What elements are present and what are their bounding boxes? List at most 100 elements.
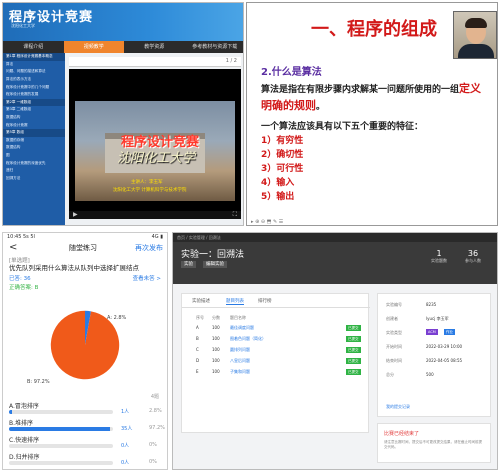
page-indicator: 1 / 2 bbox=[225, 58, 237, 64]
fullscreen-icon[interactable]: ⛶ bbox=[233, 211, 237, 219]
info-key: 实验编号 bbox=[386, 302, 402, 307]
sidebar-item[interactable]: 数据结构 bbox=[3, 114, 65, 122]
republish-button[interactable]: 再次发布 bbox=[135, 243, 163, 253]
option-bar bbox=[9, 410, 113, 414]
option-count: 0人 bbox=[121, 460, 130, 466]
sidebar-item[interactable]: 数据的存储 bbox=[3, 137, 65, 145]
video-controls[interactable]: ▶ ⛶ bbox=[69, 211, 241, 219]
feature-intro: 一个算法应该具有以下五个重要的特征： bbox=[261, 122, 424, 132]
feature-item: 1）有穷性 bbox=[261, 136, 304, 146]
pie-label-a: A: 2.8% bbox=[107, 315, 127, 321]
breadcrumb[interactable]: 首页 / 实验管理 / 回溯法 bbox=[177, 235, 221, 241]
sidebar-item[interactable]: 算法的表示方法 bbox=[3, 76, 65, 84]
question-type: [单选题] bbox=[9, 258, 30, 264]
option-count: 35人 bbox=[121, 426, 133, 432]
submitted-badge: 已提交 bbox=[346, 347, 361, 353]
row-problem-link[interactable]: 最佳调度问题 bbox=[230, 325, 254, 331]
option-count: 0人 bbox=[121, 443, 130, 449]
video-topbar: 1 / 2 bbox=[69, 57, 241, 67]
table-row[interactable]: E 100 子集和问题 已提交 bbox=[196, 368, 366, 377]
experiment-button[interactable]: 实验 bbox=[181, 261, 196, 268]
header-name: 题目名称 bbox=[230, 315, 246, 320]
tab-resources[interactable]: 教学资源 bbox=[124, 41, 185, 53]
sidebar-item[interactable]: 程序设计竞赛的深度优先 bbox=[3, 159, 65, 167]
tab-video-teaching[interactable]: 视频教学 bbox=[63, 41, 124, 53]
my-submissions-link[interactable]: 我的提交记录 bbox=[386, 404, 410, 410]
presenter-body bbox=[458, 44, 494, 58]
sidebar-item[interactable]: 回溯方法 bbox=[3, 175, 65, 183]
stat-label: 实验题数 bbox=[431, 258, 447, 263]
option-label: D.归并排序 bbox=[9, 454, 40, 461]
sidebar-item[interactable]: 算法 bbox=[3, 61, 65, 69]
answer-option: D.归并排序 0人 0% bbox=[9, 452, 163, 469]
tab-course-intro[interactable]: 课程介绍 bbox=[3, 41, 64, 53]
definition-end: 。 bbox=[316, 102, 326, 112]
option-bar-fill bbox=[9, 427, 111, 431]
sidebar-item[interactable]: 程序设计竞赛的发展 bbox=[3, 91, 65, 99]
sidebar-item[interactable]: 程序设计竞赛 bbox=[3, 121, 65, 129]
row-problem-link[interactable]: 图着色问题（简化） bbox=[230, 336, 266, 342]
answered-count: 已答: 36 bbox=[9, 276, 31, 282]
tab-downloads[interactable]: 参考教材与资源下载 bbox=[185, 41, 244, 53]
slide-title: 一、程序的组成 bbox=[311, 19, 437, 40]
submitted-badge: 已提交 bbox=[346, 336, 361, 342]
view-unanswered-link[interactable]: 查看未答 > bbox=[133, 274, 161, 282]
homework-badge: 作业 bbox=[444, 329, 455, 335]
sidebar-item[interactable]: 图 bbox=[3, 152, 65, 160]
edit-experiment-button[interactable]: 编辑实验 bbox=[203, 261, 227, 268]
pie-slice-b bbox=[50, 310, 120, 380]
sidebar-item[interactable]: 第2章 一维数组 bbox=[3, 98, 65, 107]
answer-option: B.堆排序 35人 97.2% bbox=[9, 418, 165, 436]
mobile-quiz-panel: 10:45 5s 5l 4G ▮ < 随堂练习 再次发布 [单选题] 优先队列采… bbox=[2, 232, 168, 470]
sidebar-item[interactable]: 程序设计竞赛中的几个问题 bbox=[3, 83, 65, 91]
presenter-hair bbox=[465, 18, 487, 28]
table-row[interactable]: B 100 图着色问题（简化） 已提交 bbox=[196, 335, 366, 344]
info-row: 创建者 lyucj 李玉军 bbox=[386, 316, 490, 326]
site-subtitle: 沈阳化工大学 bbox=[11, 23, 35, 28]
info-row: 总分 500 bbox=[386, 372, 490, 382]
row-id: B bbox=[196, 336, 199, 341]
video-frame: 程序设计竞赛 沈阳化工大学 主讲人：李玉军 沈阳化工大学 计算机科学与技术学院 bbox=[75, 101, 235, 201]
card-tabs: 实验描述 题目列表 排行榜 bbox=[182, 294, 370, 308]
row-score: 100 bbox=[212, 325, 220, 330]
tab-description[interactable]: 实验描述 bbox=[192, 298, 210, 304]
row-score: 100 bbox=[212, 358, 220, 363]
feature-item: 4）输入 bbox=[261, 178, 295, 188]
submitted-badge: 已提交 bbox=[346, 325, 361, 331]
row-problem-link[interactable]: 圆排列问题 bbox=[230, 347, 250, 353]
row-id: A bbox=[196, 325, 199, 330]
sidebar-item[interactable]: 第3章 二维数组 bbox=[3, 106, 65, 114]
table-row[interactable]: C 100 圆排列问题 已提交 bbox=[196, 346, 366, 355]
feature-item: 2）确切性 bbox=[261, 150, 304, 160]
sidebar-item[interactable]: 数据结构 bbox=[3, 144, 65, 152]
sidebar-item[interactable]: 问题、问题的描述和算法 bbox=[3, 68, 65, 76]
info-key: 创建者 bbox=[386, 316, 398, 321]
experiment-title: 实验一：回溯法 bbox=[181, 250, 245, 260]
presenter-webcam bbox=[453, 11, 497, 59]
sidebar-item[interactable]: 递归 bbox=[3, 167, 65, 175]
table-row[interactable]: A 100 最佳调度问题 已提交 bbox=[196, 324, 366, 333]
feature-item: 5）输出 bbox=[261, 192, 295, 202]
play-icon[interactable]: ▶ bbox=[73, 211, 78, 218]
question-text: 优先队列采用什么算法从队列中选择扩展结点 bbox=[9, 264, 139, 272]
submitted-badge: 已提交 bbox=[346, 358, 361, 364]
table-row[interactable]: D 100 八皇后问题 已提交 bbox=[196, 357, 366, 366]
row-problem-link[interactable]: 子集和问题 bbox=[230, 369, 250, 375]
info-key: 总分 bbox=[386, 372, 394, 377]
row-problem-link[interactable]: 八皇后问题 bbox=[230, 358, 250, 364]
back-button[interactable]: < bbox=[9, 242, 17, 254]
top-bar bbox=[173, 233, 497, 242]
contest-ended-text: 请注意比赛时间，提交后不可更改提交结果，请在截止时间前提交代码。 bbox=[384, 440, 482, 449]
definition-text: 算法是指在有限步骤内求解某一问题所使用的一组 bbox=[261, 85, 460, 95]
tab-problem-list[interactable]: 题目列表 bbox=[226, 298, 244, 305]
sidebar-item[interactable]: 第1章 程序设计竞赛基本概念 bbox=[3, 53, 65, 61]
info-value: 500 bbox=[426, 372, 434, 377]
option-bar bbox=[9, 427, 113, 431]
header-score: 分数 bbox=[212, 315, 220, 320]
tab-ranking[interactable]: 排行榜 bbox=[258, 298, 272, 304]
option-bar bbox=[9, 461, 113, 465]
info-row: 实验类型 ACM 作业 bbox=[386, 329, 490, 340]
slide-toolbar[interactable]: ▸ ⊕ ⊖ ⬒ ✎ ☰ bbox=[247, 217, 497, 225]
sidebar-item[interactable]: 第5章 数组 bbox=[3, 128, 65, 137]
question-counter: 4题 bbox=[150, 394, 159, 400]
